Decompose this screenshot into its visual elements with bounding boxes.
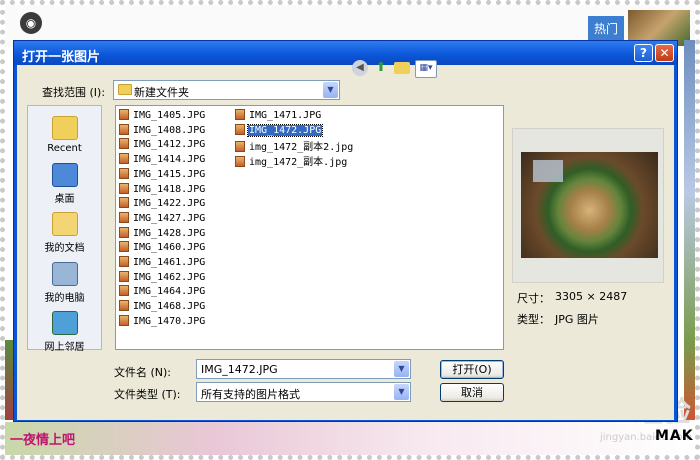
- place-label: 网上邻居: [44, 342, 85, 353]
- jpg-file-icon: [119, 197, 129, 209]
- jpg-file-icon: [235, 141, 245, 153]
- look-in-label: 查找范围 (I):: [42, 86, 106, 99]
- jpg-file-icon: [119, 153, 129, 165]
- recent-folder-icon: [51, 116, 78, 140]
- filename-label: 文件名 (N):: [114, 366, 172, 379]
- file-item[interactable]: IMG_1418.JPG: [119, 182, 206, 197]
- help-button[interactable]: ?: [634, 44, 653, 62]
- my-documents-icon: [51, 212, 78, 236]
- dialog-titlebar[interactable]: 打开一张图片 ? ✕: [14, 41, 677, 65]
- filename-input[interactable]: IMG_1472.JPG ▼: [196, 359, 411, 379]
- jpg-file-icon: [119, 167, 129, 179]
- file-item[interactable]: IMG_1414.JPG: [119, 153, 206, 167]
- look-in-value: 新建文件夹: [134, 86, 189, 99]
- view-menu-icon[interactable]: ▦▾: [415, 60, 437, 78]
- size-value: 3305 × 2487: [555, 290, 628, 303]
- file-item[interactable]: IMG_1427.JPG: [119, 211, 206, 226]
- open-button[interactable]: 打开(O): [440, 360, 504, 379]
- jpg-file-icon: [119, 314, 129, 326]
- back-icon[interactable]: ◀: [352, 60, 368, 76]
- type-value: JPG 图片: [555, 313, 599, 326]
- image-preview: [521, 152, 658, 258]
- filetype-label: 文件类型 (T):: [114, 388, 181, 401]
- place-network[interactable]: 网上邻居: [28, 311, 101, 353]
- up-folder-icon[interactable]: ⬆: [373, 60, 389, 76]
- file-item[interactable]: IMG_1415.JPG: [119, 167, 206, 182]
- file-item[interactable]: IMG_1461.JPG: [119, 256, 206, 270]
- jpg-file-icon: [119, 109, 129, 120]
- new-folder-icon[interactable]: [394, 62, 410, 74]
- image-preview-panel: [512, 128, 664, 283]
- place-my-documents[interactable]: 我的文档: [28, 212, 101, 254]
- filename-value: IMG_1472.JPG: [201, 363, 278, 376]
- jpg-file-icon: [119, 123, 129, 135]
- jpg-file-icon: [119, 226, 129, 238]
- jpg-file-icon: [119, 285, 129, 297]
- cancel-button[interactable]: 取消: [440, 383, 504, 402]
- size-label: 尺寸：: [517, 292, 550, 305]
- desktop-icon: [51, 163, 78, 187]
- jpg-file-icon: [119, 211, 129, 223]
- place-my-computer[interactable]: 我的电脑: [28, 262, 101, 304]
- chevron-down-icon[interactable]: ▼: [394, 361, 409, 377]
- jpg-file-icon: [119, 241, 129, 253]
- chevron-down-icon: ▼: [323, 82, 338, 98]
- file-item[interactable]: IMG_1471.JPG: [235, 109, 322, 123]
- jpg-file-icon: [235, 156, 245, 168]
- filetype-value: 所有支持的图片格式: [201, 388, 300, 401]
- file-item[interactable]: IMG_1462.JPG: [119, 270, 206, 285]
- place-desktop[interactable]: 桌面: [28, 163, 101, 205]
- file-item[interactable]: IMG_1468.JPG: [119, 300, 206, 314]
- file-item[interactable]: img_1472_副本.jpg: [235, 153, 348, 168]
- dialog-title: 打开一张图片: [22, 50, 101, 65]
- place-recent[interactable]: Recent: [28, 116, 101, 154]
- chevron-down-icon: ▼: [394, 384, 409, 400]
- file-item[interactable]: IMG_1405.JPG: [119, 109, 206, 123]
- jpg-file-icon: [119, 270, 129, 282]
- filetype-dropdown[interactable]: 所有支持的图片格式 ▼: [196, 382, 411, 402]
- file-item[interactable]: IMG_1408.JPG: [119, 123, 206, 138]
- jpg-file-icon: [119, 300, 129, 312]
- type-label: 类型：: [517, 313, 550, 326]
- places-bar: Recent 桌面 我的文档 我的电脑 网上邻居: [27, 105, 102, 353]
- file-list[interactable]: IMG_1405.JPG IMG_1408.JPG IMG_1412.JPG I…: [115, 105, 504, 350]
- jpg-file-icon: [119, 256, 129, 267]
- background-brand-text: MAK: [655, 428, 694, 444]
- jpg-file-icon: [119, 138, 129, 150]
- file-item[interactable]: img_1472_副本2.jpg: [235, 138, 354, 153]
- jpg-file-icon: [119, 182, 129, 194]
- look-in-dropdown[interactable]: 新建文件夹 ▼: [113, 80, 340, 100]
- place-label: 我的文档: [44, 243, 85, 254]
- background-right-strip: [684, 40, 695, 420]
- jpg-file-icon: [235, 123, 245, 135]
- close-button[interactable]: ✕: [655, 44, 674, 62]
- place-label: 桌面: [54, 194, 75, 205]
- place-label: Recent: [47, 143, 82, 154]
- network-icon: [51, 311, 78, 335]
- file-item-selected[interactable]: IMG_1472.JPG: [235, 123, 324, 138]
- background-bottom-caption: 一夜情上吧: [10, 433, 76, 448]
- file-item[interactable]: IMG_1464.JPG: [119, 285, 206, 299]
- background-hot-tab[interactable]: 热门: [588, 16, 624, 42]
- my-computer-icon: [51, 262, 78, 286]
- folder-icon: [118, 84, 132, 95]
- file-item[interactable]: IMG_1460.JPG: [119, 241, 206, 255]
- file-item[interactable]: IMG_1428.JPG: [119, 226, 206, 241]
- file-item[interactable]: IMG_1470.JPG: [119, 314, 206, 329]
- background-logo-icon: ◉: [20, 12, 42, 34]
- file-item[interactable]: IMG_1412.JPG: [119, 138, 206, 152]
- jpg-file-icon: [235, 109, 245, 120]
- file-item[interactable]: IMG_1422.JPG: [119, 197, 206, 211]
- place-label: 我的电脑: [44, 293, 85, 304]
